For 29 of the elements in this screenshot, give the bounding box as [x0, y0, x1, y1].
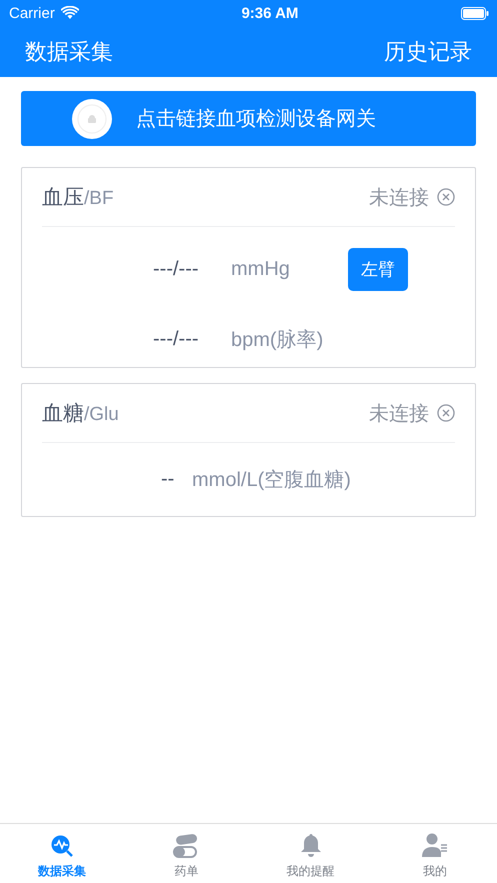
page-title: 数据采集 [25, 38, 113, 66]
reading-value: -- [161, 468, 176, 491]
reading-value: ---/--- [153, 328, 200, 350]
close-icon[interactable] [437, 188, 455, 206]
connection-status: 未连接 [369, 400, 429, 426]
gateway-icon [72, 98, 112, 138]
tab-item[interactable]: 药单 [124, 824, 248, 883]
reading-unit: mmol/L(空腹血糖) [192, 468, 351, 493]
battery-icon [461, 6, 489, 20]
reading-unit: mmHg [231, 258, 290, 280]
device-title: 血压/BF [42, 184, 114, 211]
arm-button[interactable]: 左臂 [348, 248, 408, 290]
clock-time: 9:36 AM [241, 4, 298, 22]
user-list-icon [422, 833, 448, 858]
close-icon[interactable] [437, 404, 455, 422]
search-chart-icon [50, 834, 74, 858]
tab-item[interactable]: 数据采集 [0, 824, 124, 883]
tab-item[interactable]: 我的 [372, 824, 497, 883]
device-title: 血糖/Glu [42, 400, 119, 427]
bell-icon [300, 833, 322, 858]
connect-gateway-button[interactable]: 点击链接血项检测设备网关 [21, 91, 476, 146]
tab-item[interactable]: 我的提醒 [248, 824, 373, 883]
history-link[interactable]: 历史记录 [384, 36, 472, 66]
reading-unit: bpm(脉率) [231, 328, 324, 352]
connection-status: 未连接 [369, 184, 429, 210]
carrier-label: Carrier [9, 4, 55, 22]
reading-value: ---/--- [153, 258, 200, 280]
wifi-icon [60, 6, 79, 20]
pills-icon [173, 834, 200, 858]
